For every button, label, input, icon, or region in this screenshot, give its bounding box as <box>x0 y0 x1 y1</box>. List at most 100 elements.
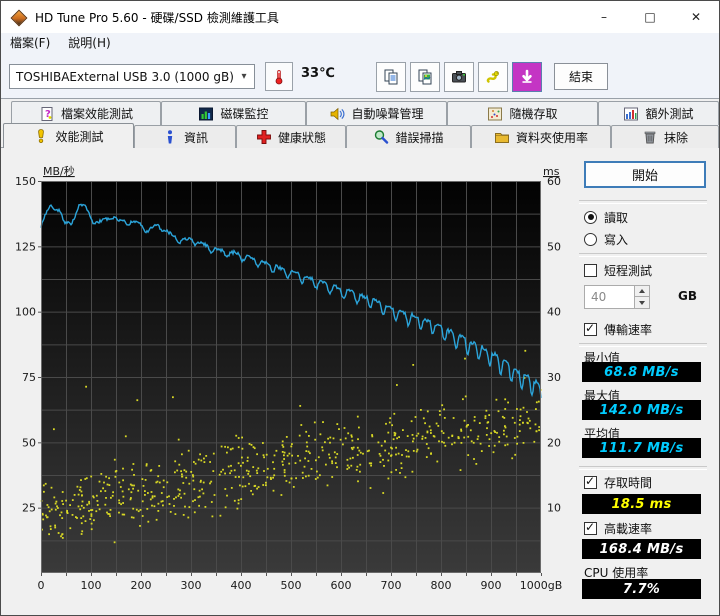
spinner-up-button[interactable] <box>634 286 649 297</box>
write-radio-label: 寫入 <box>604 232 629 247</box>
tab-file-benchmark[interactable]: ? 檔案效能測試 <box>11 101 161 125</box>
tab-disk-monitor[interactable]: 磁碟監控 <box>161 101 306 125</box>
min-value-display: 68.8 MB/s <box>582 362 701 382</box>
folder-icon <box>494 133 509 143</box>
disk-monitor-icon <box>199 107 214 120</box>
tab-strip: ? 檔案效能測試 磁碟監控 自動噪聲管理 隨機存取 額外測試 效能測試 資訊 健… <box>1 99 719 148</box>
speaker-icon <box>331 107 345 120</box>
exit-button[interactable]: 結束 <box>554 63 608 90</box>
drive-select-value: TOSHIBAExternal USB 3.0 (1000 gB) <box>16 69 234 84</box>
cpu-usage-label: CPU 使用率 <box>584 566 649 580</box>
separator <box>579 466 707 470</box>
results-panel: 開始 讀取 寫入 ✓ 短程測試 40 GB ✓ <box>576 148 719 615</box>
menubar: 檔案(F) 說明(H) <box>1 33 719 53</box>
max-value-display: 142.0 MB/s <box>582 400 701 420</box>
y-axis-tick-right: 40 <box>547 306 561 319</box>
copy-image-button[interactable] <box>410 62 440 92</box>
temperature-indicator <box>265 62 293 91</box>
y-axis-tick-right: 30 <box>547 371 561 384</box>
tab-error-scan[interactable]: 錯誤掃描 <box>346 125 471 148</box>
window-title: HD Tune Pro 5.60 - 硬碟/SSD 檢測維護工具 <box>35 10 279 25</box>
app-window: HD Tune Pro 5.60 - 硬碟/SSD 檢測維護工具 – □ ✕ 檔… <box>0 0 720 616</box>
tab-erase[interactable]: 抹除 <box>611 125 719 148</box>
minimize-button[interactable]: – <box>581 1 627 32</box>
tab-label: 自動噪聲管理 <box>351 107 424 121</box>
avg-value-display: 111.7 MB/s <box>582 438 701 458</box>
menu-item-help[interactable]: 說明(H) <box>59 33 119 53</box>
x-axis-tick: 500 <box>281 579 302 592</box>
info-icon <box>167 130 173 144</box>
x-axis-tick: 300 <box>181 579 202 592</box>
check-icon: ✓ <box>585 519 596 534</box>
tab-health[interactable]: 健康狀態 <box>236 125 346 148</box>
close-button[interactable]: ✕ <box>673 1 719 32</box>
separator <box>579 200 707 204</box>
titlebar: HD Tune Pro 5.60 - 硬碟/SSD 檢測維護工具 – □ ✕ <box>1 1 719 33</box>
grid <box>41 181 541 573</box>
trash-icon <box>644 131 656 144</box>
menu-item-file[interactable]: 檔案(F) <box>1 33 59 53</box>
access-time-checkbox[interactable]: ✓ 存取時間 <box>584 474 652 490</box>
start-button[interactable]: 開始 <box>584 161 706 188</box>
screenshot-button[interactable] <box>444 62 474 92</box>
check-icon: ✓ <box>585 473 596 488</box>
tab-label: 資訊 <box>183 130 208 145</box>
tab-label: 健康狀態 <box>277 130 326 145</box>
random-access-icon <box>488 107 503 120</box>
burst-rate-display: 168.4 MB/s <box>582 539 701 559</box>
checkbox-icon: ✓ <box>584 263 597 277</box>
tab-label: 抹除 <box>663 130 688 145</box>
tab-aam[interactable]: 自動噪聲管理 <box>306 101 447 125</box>
transfer-rate-label: 傳輸速率 <box>604 322 653 337</box>
radio-icon <box>584 232 597 246</box>
access-time-display: 18.5 ms <box>582 494 701 514</box>
extra-tests-icon <box>624 107 639 120</box>
y-axis-tick-left: 100 <box>15 306 36 319</box>
checkbox-icon: ✓ <box>584 321 597 336</box>
y-axis-tick-left: 50 <box>22 436 36 449</box>
maximize-button[interactable]: □ <box>627 1 673 32</box>
x-axis-tick: 900 <box>481 579 502 592</box>
x-axis-tick: 1000gB <box>520 579 563 592</box>
spinner-down-button[interactable] <box>634 297 649 308</box>
health-cross-icon <box>257 130 271 144</box>
tab-label: 隨機存取 <box>509 107 558 121</box>
tab-random-access[interactable]: 隨機存取 <box>447 101 598 125</box>
gecko-icon <box>486 71 499 83</box>
x-axis-tick: 200 <box>131 579 152 592</box>
tab-info[interactable]: 資訊 <box>134 125 236 148</box>
tab-folder-usage[interactable]: 資料夾使用率 <box>471 125 611 148</box>
checkbox-icon: ✓ <box>584 473 597 489</box>
short-test-checkbox[interactable]: ✓ 短程測試 <box>584 262 652 278</box>
toolbar: TOSHIBAExternal USB 3.0 (1000 gB) ▾ 33℃ <box>1 53 719 99</box>
read-radio[interactable]: 讀取 <box>584 209 628 225</box>
update-button[interactable] <box>512 62 542 92</box>
tab-label: 效能測試 <box>55 129 104 144</box>
access-time-label: 存取時間 <box>604 475 653 490</box>
copy-text-button[interactable] <box>376 62 406 92</box>
burst-rate-checkbox[interactable]: ✓ 高載速率 <box>584 520 652 536</box>
write-radio[interactable]: 寫入 <box>584 231 628 247</box>
burst-rate-label: 高載速率 <box>604 521 653 536</box>
transfer-rate-checkbox[interactable]: ✓ 傳輸速率 <box>584 321 652 337</box>
tab-benchmark[interactable]: 效能測試 <box>3 123 134 148</box>
cpu-usage-display: 7.7% <box>582 579 701 599</box>
tab-extra-tests[interactable]: 額外測試 <box>598 101 719 125</box>
drive-select[interactable]: TOSHIBAExternal USB 3.0 (1000 gB) ▾ <box>9 64 255 89</box>
capacity-spinner[interactable]: 40 <box>584 285 650 309</box>
website-button[interactable] <box>478 62 508 92</box>
separator <box>579 343 707 347</box>
file-benchmark-icon: ? <box>41 106 53 121</box>
tab-label: 資料夾使用率 <box>515 130 588 145</box>
capacity-unit-label: GB <box>678 289 697 303</box>
x-axis-tick: 100 <box>81 579 102 592</box>
tab-label: 額外測試 <box>645 107 694 121</box>
chevron-down-icon: ▾ <box>241 71 247 82</box>
x-axis-tick: 0 <box>38 579 45 592</box>
y-axis-tick-right: 20 <box>547 436 561 449</box>
read-radio-label: 讀取 <box>604 210 629 225</box>
copy-image-icon <box>418 69 432 85</box>
y-axis-tick-right: 50 <box>547 240 561 253</box>
tab-label: 錯誤掃描 <box>395 130 444 145</box>
temperature-label: 33℃ <box>301 66 335 81</box>
